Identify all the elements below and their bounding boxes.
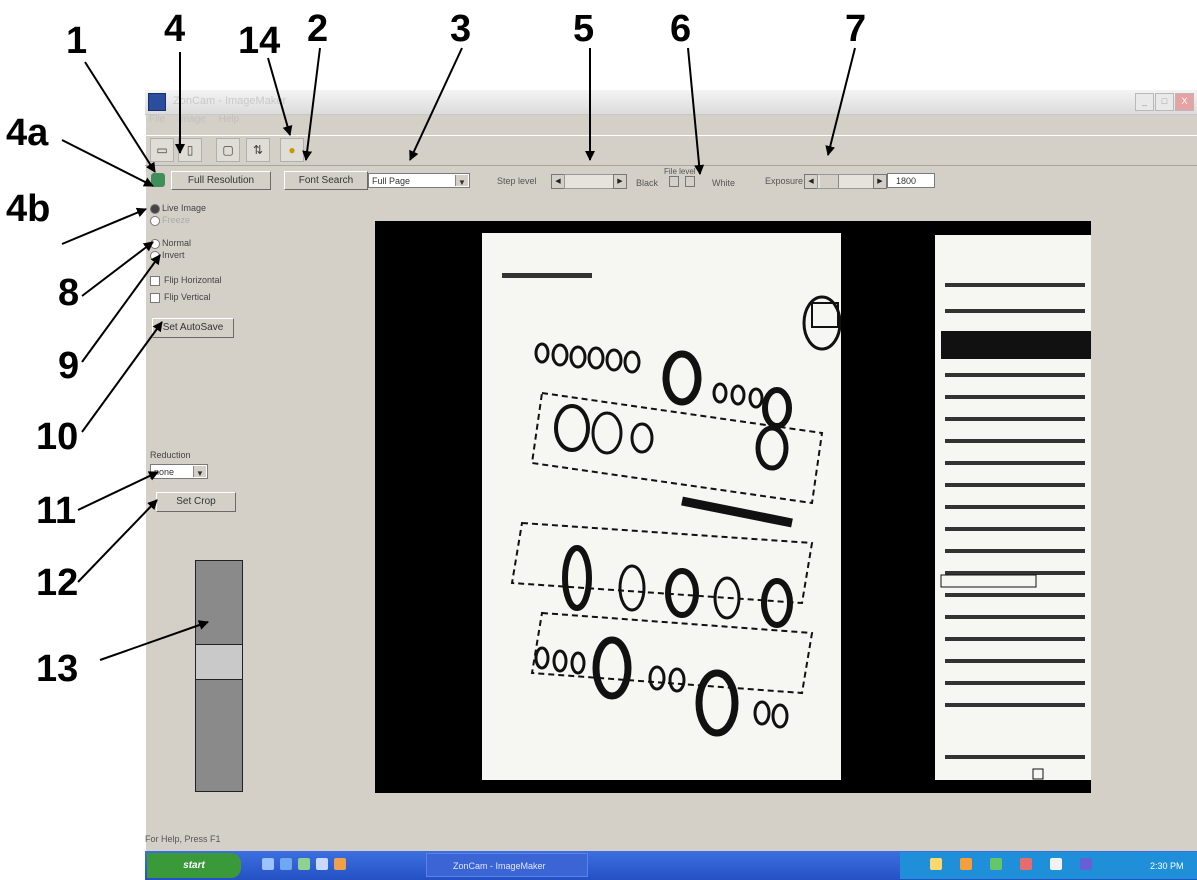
callout-arrow-12 bbox=[77, 499, 158, 583]
callout-arrow-2 bbox=[302, 47, 321, 161]
callout-arrow-1 bbox=[84, 61, 156, 173]
callout-arrow-11 bbox=[77, 471, 159, 511]
callout-arrow-13 bbox=[99, 620, 209, 661]
callout-arrow-7 bbox=[825, 47, 856, 156]
callout-arrow-10 bbox=[81, 321, 163, 433]
callout-arrow-6 bbox=[687, 47, 705, 175]
callout-arrow-8 bbox=[81, 241, 154, 297]
callout-arrow-14 bbox=[267, 57, 293, 136]
callout-arrow-4b bbox=[61, 207, 147, 245]
callout-arrow-3 bbox=[409, 47, 463, 161]
callout-arrow-9 bbox=[81, 254, 161, 363]
callout-arrows bbox=[61, 47, 856, 661]
